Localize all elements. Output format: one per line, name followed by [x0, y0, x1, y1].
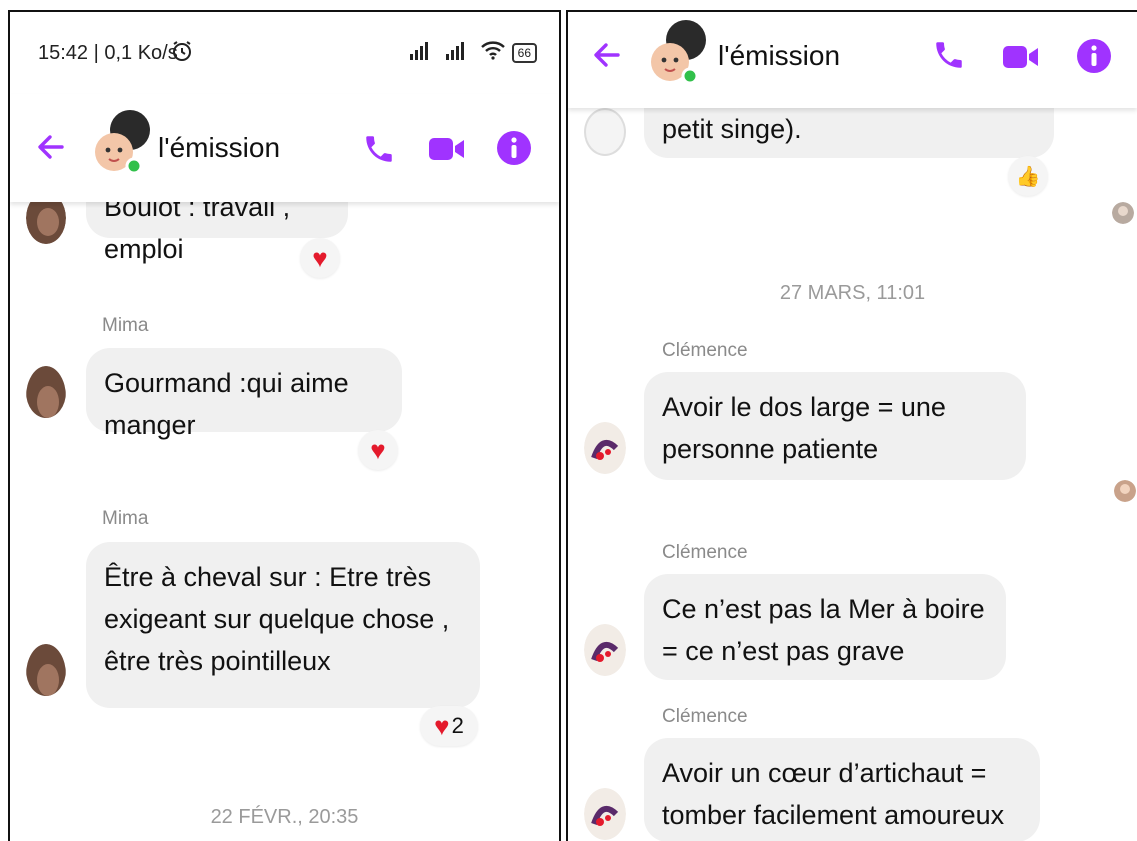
- left-screenshot: 15:42 | 0,1 Ko/s 66 l'émission Boulot: …: [8, 10, 561, 841]
- message-list: petit singe). 👍 27 MARS, 11:01 Clémence …: [568, 12, 1137, 841]
- message-bubble[interactable]: Ce n’est pas la Mer à boire = ce n’est p…: [644, 574, 1006, 680]
- reaction-badge[interactable]: 👍: [1008, 156, 1048, 196]
- status-time: 15:42 | 0,1 Ko/s: [38, 42, 178, 64]
- group-avatar[interactable]: [92, 108, 154, 175]
- conversation-header: l'émission: [10, 94, 559, 202]
- info-icon[interactable]: [496, 130, 532, 166]
- message-bubble[interactable]: Avoir le dos large = une personne patien…: [644, 372, 1026, 480]
- info-icon[interactable]: [1076, 38, 1112, 74]
- reaction-badge[interactable]: ♥: [300, 238, 340, 278]
- conversation-header: l'émission: [568, 12, 1137, 108]
- date-separator: 27 MARS, 11:01: [779, 282, 926, 304]
- sender-avatar[interactable]: [584, 624, 626, 676]
- sender-name: Clémence: [662, 340, 748, 361]
- sender-avatar[interactable]: [584, 788, 626, 840]
- wifi-icon: [480, 40, 506, 65]
- heart-icon: ♥: [434, 711, 450, 741]
- conversation-title: l'émission: [718, 40, 841, 71]
- thumbs-up-icon: 👍: [1015, 165, 1041, 188]
- status-icons: 66: [408, 40, 537, 65]
- read-receipt-avatar: [1114, 480, 1136, 502]
- signal-icon: [408, 40, 438, 65]
- phone-icon[interactable]: [362, 132, 398, 168]
- heart-icon: ♥: [370, 435, 386, 465]
- read-receipt-avatar: [1112, 202, 1134, 224]
- battery-indicator: 66: [511, 42, 537, 63]
- sender-name: Clémence: [662, 706, 748, 727]
- conversation-title: l'émission: [158, 132, 281, 163]
- back-arrow-icon[interactable]: [34, 130, 68, 164]
- message-bubble[interactable]: Être à cheval sur : Etre très exigeant s…: [86, 542, 480, 708]
- right-screenshot: l'émission petit singe). 👍 27 MARS, 11:0…: [566, 10, 1137, 841]
- message-bubble[interactable]: Gourmand :qui aime manger: [86, 348, 402, 440]
- sender-avatar[interactable]: [26, 366, 66, 418]
- video-icon[interactable]: [1002, 40, 1038, 76]
- alarm-icon: [170, 39, 194, 68]
- date-separator: 22 FÉVR., 20:35: [210, 806, 359, 828]
- signal-icon-2: [444, 40, 474, 65]
- heart-icon: ♥: [312, 243, 328, 273]
- phone-icon[interactable]: [932, 38, 968, 74]
- placeholder-avatar[interactable]: [584, 108, 626, 156]
- reaction-count: 2: [451, 713, 464, 738]
- message-bubble[interactable]: Avoir un cœur d’artichaut = tomber facil…: [644, 738, 1040, 841]
- video-icon[interactable]: [428, 132, 464, 168]
- reaction-badge[interactable]: ♥: [358, 430, 398, 470]
- sender-avatar[interactable]: [584, 422, 626, 474]
- sender-name: Mima: [102, 508, 149, 529]
- group-avatar[interactable]: [648, 18, 710, 85]
- sender-avatar[interactable]: [26, 644, 66, 696]
- sender-name: Clémence: [662, 542, 748, 563]
- reaction-badge[interactable]: ♥ 2: [420, 706, 478, 746]
- sender-name: Mima: [102, 315, 149, 336]
- status-bar: 15:42 | 0,1 Ko/s 66: [10, 12, 559, 94]
- back-arrow-icon[interactable]: [590, 38, 624, 72]
